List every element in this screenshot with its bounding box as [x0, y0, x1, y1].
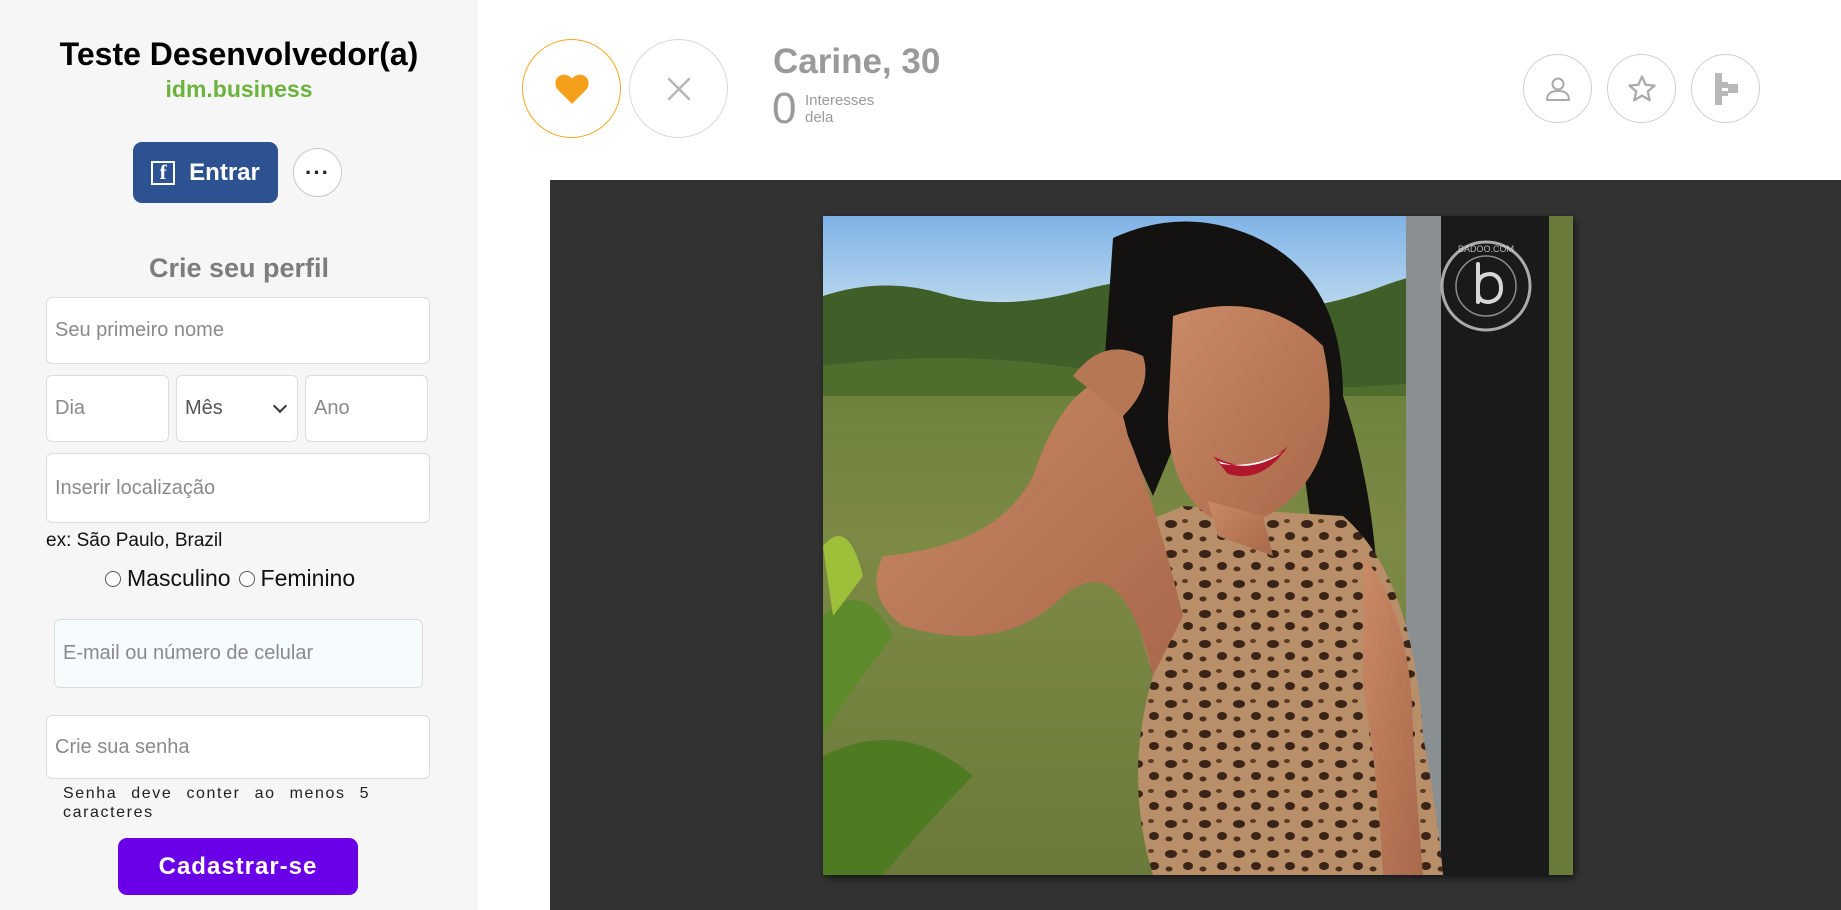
gender-options: Masculino Feminino [105, 565, 355, 592]
star-icon [1627, 74, 1656, 101]
profile-photo-image: BADOO.COM [823, 216, 1573, 875]
favorite-button[interactable] [1607, 54, 1676, 123]
user-icon [1545, 77, 1570, 101]
gender-radio-male[interactable] [105, 570, 121, 587]
hierarchy-icon [1714, 72, 1738, 105]
birth-day-input[interactable]: Dia [46, 375, 169, 442]
like-button[interactable] [522, 39, 621, 138]
password-note: Senha deve conter ao menos 5 caracteres [63, 785, 371, 821]
location-input[interactable]: Inserir localização [46, 453, 430, 523]
first-name-input[interactable]: Seu primeiro nome [46, 297, 430, 364]
birth-month-select[interactable]: Mês [176, 375, 298, 442]
site-subtitle[interactable]: idm.business [0, 76, 478, 103]
photo-watermark-text: BADOO.COM [1458, 244, 1514, 254]
pass-button[interactable] [629, 39, 728, 138]
heart-icon [554, 74, 589, 104]
interest-label: Interesses dela [805, 92, 875, 126]
chevron-down-icon [272, 398, 288, 414]
gender-radio-female[interactable] [238, 570, 255, 587]
interest-count: 0 [772, 84, 797, 133]
profile-name-age: Carine, 30 [773, 42, 941, 81]
profile-button[interactable] [1523, 54, 1592, 123]
facebook-login-button[interactable]: f Entrar [133, 142, 278, 203]
email-input[interactable]: E-mail ou número de celular [54, 619, 423, 688]
signup-button[interactable]: Cadastrar-se [118, 838, 358, 895]
more-profile-options-button[interactable] [1691, 54, 1760, 123]
signup-sidebar: Teste Desenvolvedor(a) idm.business f En… [0, 0, 478, 910]
gender-label-female: Feminino [260, 565, 356, 591]
birth-month-value: Mês [185, 397, 223, 419]
facebook-icon: f [151, 160, 176, 185]
facebook-login-label: Entrar [189, 158, 260, 186]
password-input[interactable]: Crie sua senha [46, 715, 430, 779]
close-icon [667, 77, 690, 100]
site-title: Teste Desenvolvedor(a) [59, 36, 419, 72]
gender-label-male: Masculino [127, 565, 231, 591]
birth-year-input[interactable]: Ano [305, 375, 428, 442]
form-heading: Crie seu perfil [148, 253, 330, 283]
location-hint: ex: São Paulo, Brazil [46, 530, 223, 551]
profile-photo[interactable]: BADOO.COM [823, 216, 1573, 875]
more-options-button[interactable]: ··· [293, 148, 342, 197]
